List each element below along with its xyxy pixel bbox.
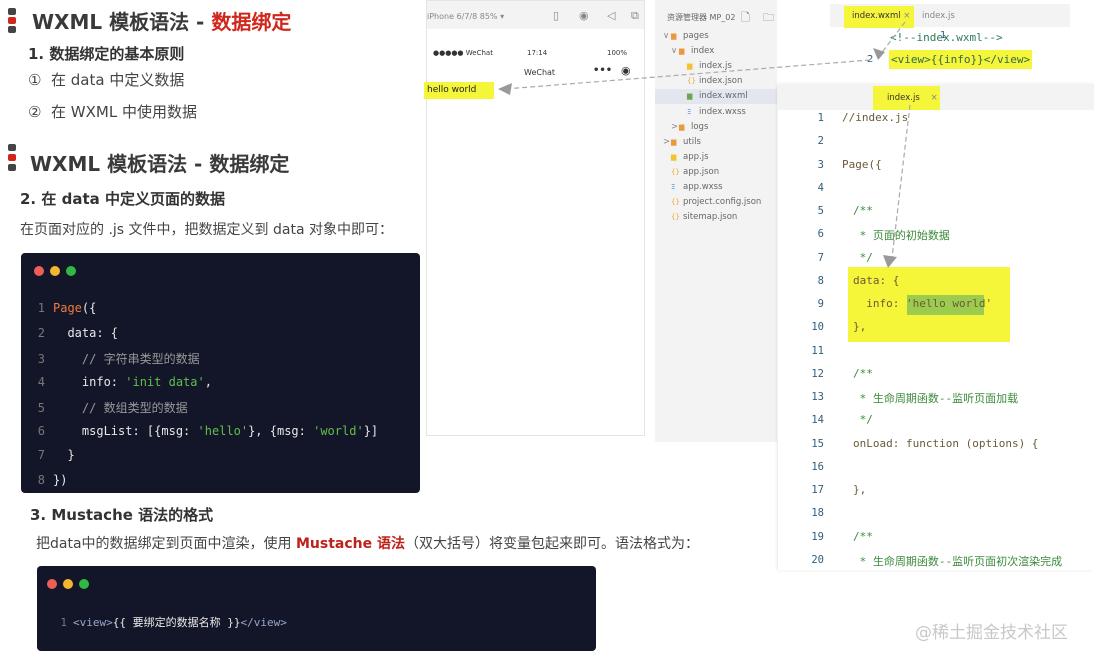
- arrow-head: [883, 255, 897, 268]
- arrow-line: [504, 59, 871, 90]
- arrow-head: [498, 83, 512, 95]
- arrow-line: [879, 21, 906, 56]
- arrow-line: [891, 104, 911, 259]
- annotation-arrows: [498, 21, 911, 268]
